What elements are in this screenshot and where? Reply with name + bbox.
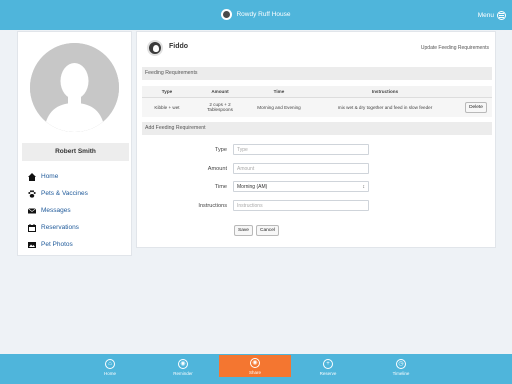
delete-button[interactable]: Delete (465, 101, 487, 113)
column-header-instructions: Instructions (310, 86, 460, 98)
sidebar-item-pet-photos[interactable]: Pet Photos (28, 236, 88, 253)
sidebar-item-label: Messages (41, 207, 71, 214)
home-icon: ⌂ (105, 359, 115, 369)
clock-icon: ◷ (396, 359, 406, 369)
share-icon: ◉ (250, 358, 260, 368)
add-feeding-header: Add Feeding Requirement (142, 122, 492, 135)
avatar (30, 43, 119, 132)
form-row-type: Type (137, 144, 497, 156)
form-row-amount: Amount (137, 163, 497, 175)
user-silhouette-icon (30, 43, 119, 132)
table-header-row: Type Amount Time Instructions (142, 86, 492, 98)
form-row-instructions: Instructions (137, 200, 497, 212)
time-select-value: Morning (AM) (237, 183, 268, 190)
instructions-label: Instructions (198, 203, 227, 209)
instructions-input[interactable] (233, 200, 369, 211)
tab-label: Timeline (392, 371, 410, 376)
sidebar-item-home[interactable]: Home (28, 168, 88, 185)
sidebar-item-label: Reservations (41, 224, 79, 231)
pet-avatar (147, 40, 163, 56)
time-select[interactable]: Morning (AM) ↕ (233, 181, 369, 192)
pet-name: Fiddo (169, 43, 189, 50)
feeding-card: Fiddo Update Feeding Requirements Feedin… (136, 31, 496, 248)
column-header-time: Time (248, 86, 310, 98)
hamburger-icon (497, 11, 506, 20)
column-header-amount: Amount (192, 86, 248, 98)
calendar-icon (28, 223, 36, 232)
cell-actions: Delete (460, 97, 492, 117)
table-row: Kibble + wet 2 cups + 2 Tablespoons Morn… (142, 97, 492, 117)
cancel-button[interactable]: Cancel (256, 225, 279, 236)
type-label: Type (214, 147, 227, 153)
reminder-icon: ◉ (178, 359, 188, 369)
app-title: Rowdy Ruff House (236, 11, 291, 18)
type-input[interactable] (233, 144, 369, 155)
cell-amount-line2: Tablespoons (207, 107, 233, 113)
brand[interactable]: Rowdy Ruff House (0, 9, 512, 20)
tab-label: Home (103, 371, 116, 376)
sidebar-item-reservations[interactable]: Reservations (28, 219, 88, 236)
bottom-nav: ⌂ Home ◉ Reminder ◉ Share + Reserve ◷ Ti… (0, 354, 512, 384)
envelope-icon (28, 207, 36, 215)
cell-type: Kibble + wet (142, 97, 192, 117)
sidebar-item-label: Home (41, 173, 59, 180)
tab-label: Share (248, 370, 261, 375)
user-name: Robert Smith (22, 143, 129, 161)
form-row-time: Time Morning (AM) ↕ (137, 181, 497, 193)
tab-label: Reserve (319, 371, 337, 376)
time-label: Time (214, 184, 227, 190)
sidebar-item-label: Pet Photos (41, 241, 73, 248)
feeding-requirements-header: Feeding Requirements (142, 67, 492, 80)
sidebar-item-pets-vaccines[interactable]: Pets & Vaccines (28, 185, 88, 202)
save-button[interactable]: Save (234, 225, 253, 236)
tab-label: Reminder (173, 371, 193, 376)
menu-button[interactable]: Menu (478, 11, 506, 20)
feeding-table: Type Amount Time Instructions Kibble + w… (142, 86, 492, 117)
select-arrows-icon: ↕ (362, 183, 366, 190)
tab-reserve[interactable]: + Reserve (292, 354, 364, 384)
amount-label: Amount (207, 166, 227, 172)
update-feeding-link[interactable]: Update Feeding Requirements (421, 45, 489, 51)
cell-instructions: mix wet & dry together and feed in slow … (310, 97, 460, 117)
photo-icon (28, 241, 36, 249)
column-header-type: Type (142, 86, 192, 98)
tab-reminder[interactable]: ◉ Reminder (147, 354, 219, 384)
home-icon (28, 172, 36, 181)
amount-input[interactable] (233, 163, 369, 174)
menu-label: Menu (477, 12, 494, 19)
brand-logo-icon (221, 9, 233, 20)
paw-icon (28, 189, 36, 198)
column-header-actions (460, 86, 492, 98)
cell-amount: 2 cups + 2 Tablespoons (192, 97, 248, 117)
tab-home[interactable]: ⌂ Home (74, 354, 146, 384)
profile-sidebar: Robert Smith Home Pets & Vaccines Messag… (17, 31, 132, 256)
plus-icon: + (323, 359, 333, 369)
cell-time: Morning and Evening (248, 97, 310, 117)
top-bar: Rowdy Ruff House Menu (0, 0, 512, 30)
tab-share[interactable]: ◉ Share (219, 355, 291, 377)
sidebar-item-messages[interactable]: Messages (28, 202, 88, 219)
sidebar-item-label: Pets & Vaccines (41, 190, 88, 197)
sidebar-nav: Home Pets & Vaccines Messages Reservatio… (28, 168, 88, 253)
tab-timeline[interactable]: ◷ Timeline (365, 354, 437, 384)
